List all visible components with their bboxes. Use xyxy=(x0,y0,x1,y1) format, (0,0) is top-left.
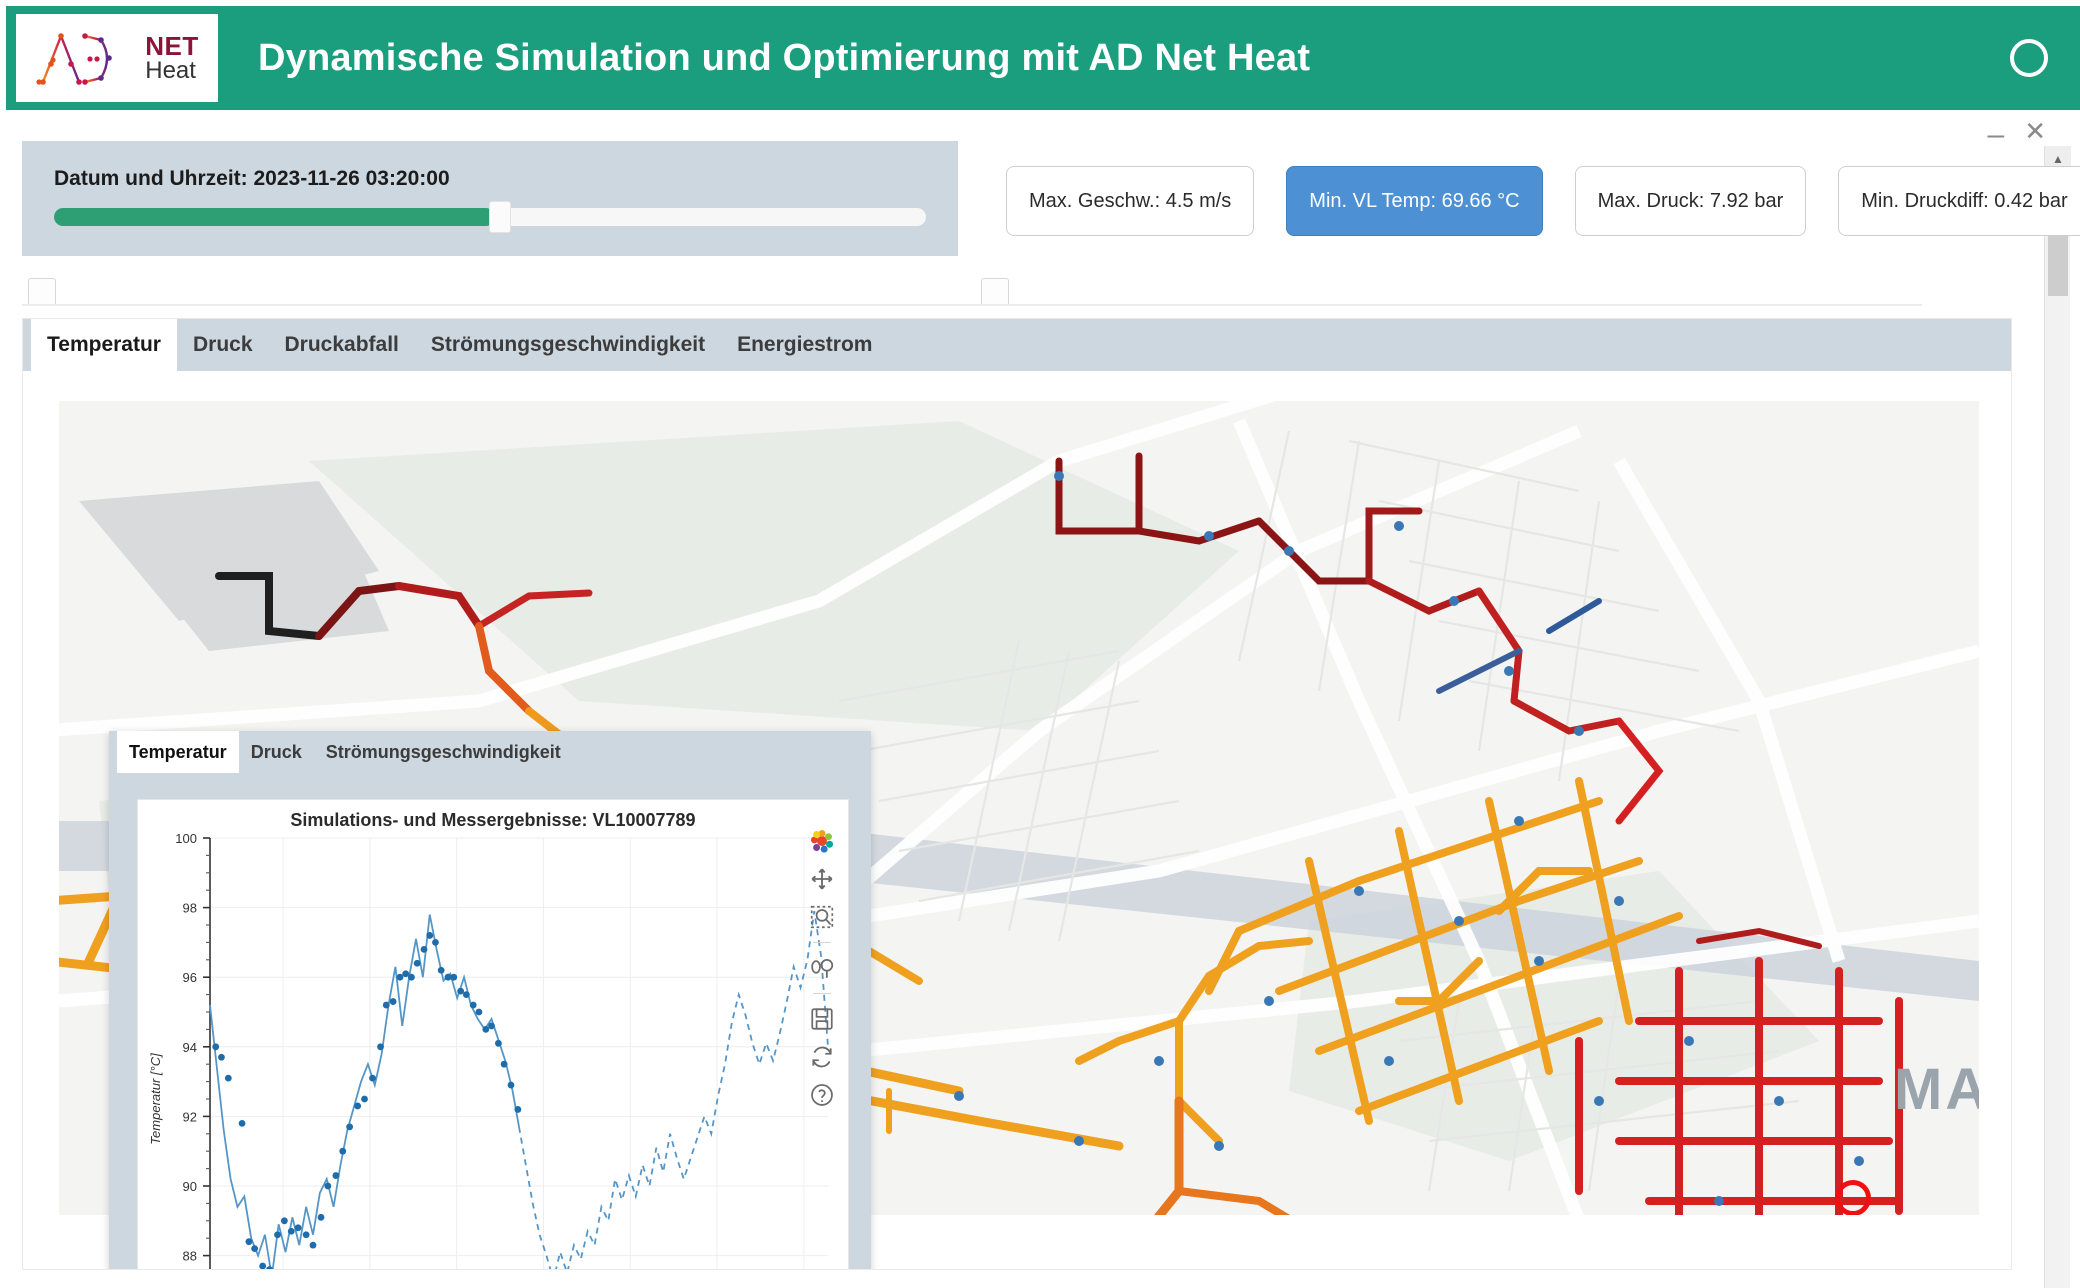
kpi-min-vl-temp[interactable]: Min. VL Temp: 69.66 °C xyxy=(1286,166,1543,236)
svg-text:100: 100 xyxy=(175,831,197,846)
main-tab-bar: Temperatur Druck Druckabfall Strömungsge… xyxy=(23,319,2011,371)
application-window: NET Heat Dynamische Simulation und Optim… xyxy=(0,0,2080,1288)
tab-druck[interactable]: Druck xyxy=(177,319,269,371)
checkbox-right[interactable] xyxy=(981,278,1009,306)
save-tool-icon[interactable] xyxy=(809,1006,835,1032)
ad-network-logo-icon xyxy=(36,32,113,85)
ad-net-heat-logo: NET Heat xyxy=(16,14,218,102)
app-header: NET Heat Dynamische Simulation und Optim… xyxy=(6,6,2080,110)
kpi-row: Max. Geschw.: 4.5 m/s Min. VL Temp: 69.6… xyxy=(1006,166,2080,236)
svg-text:96: 96 xyxy=(183,970,197,985)
toolbar-separator-2 xyxy=(813,993,831,994)
checkbox-left[interactable] xyxy=(28,278,56,306)
main-panel: Temperatur Druck Druckabfall Strömungsge… xyxy=(22,318,2012,1270)
vertical-scrollbar[interactable]: ▲ xyxy=(2044,146,2071,1288)
minimize-button[interactable]: – xyxy=(1988,120,2005,150)
tab-druckabfall[interactable]: Druckabfall xyxy=(269,319,415,371)
timeline-slider[interactable] xyxy=(54,201,926,233)
box-zoom-tool-icon[interactable] xyxy=(809,904,835,930)
svg-text:90: 90 xyxy=(183,1179,197,1194)
popup-tab-druck[interactable]: Druck xyxy=(239,731,314,773)
circle-spinner-icon xyxy=(2010,39,2048,77)
chart-plot-area[interactable]: 868890929496981008h16h11/268h16h11/278hZ… xyxy=(138,800,850,1270)
logo-net-text: NET xyxy=(145,31,199,61)
popup-tab-stroemungsgeschwindigkeit[interactable]: Strömungsgeschwindigkeit xyxy=(314,731,573,773)
popup-tab-temperatur[interactable]: Temperatur xyxy=(117,731,239,773)
window-controls: – ✕ xyxy=(1988,116,2046,150)
kpi-min-druckdiff[interactable]: Min. Druckdiff: 0.42 bar xyxy=(1838,166,2080,236)
map-label-mannheim: MAN xyxy=(1894,1057,1979,1122)
timeline-slider-card: Datum und Uhrzeit: 2023-11-26 03:20:00 xyxy=(22,141,958,256)
page-title: Dynamische Simulation und Optimierung mi… xyxy=(258,36,1311,79)
datetime-label: Datum und Uhrzeit: 2023-11-26 03:20:00 xyxy=(54,167,450,190)
chart-popup: Temperatur Druck Strömungsgeschwindigkei… xyxy=(109,731,871,1270)
section-divider xyxy=(22,304,1922,306)
selected-node-ring[interactable] xyxy=(1835,1180,1871,1215)
svg-text:94: 94 xyxy=(183,1040,197,1055)
popup-tab-bar: Temperatur Druck Strömungsgeschwindigkei… xyxy=(109,731,871,773)
svg-text:Temperatur [°C]: Temperatur [°C] xyxy=(148,1053,163,1145)
tab-energiestrom[interactable]: Energiestrom xyxy=(721,319,888,371)
help-tool-icon[interactable] xyxy=(809,1082,835,1108)
toolbar-separator-1 xyxy=(813,942,831,943)
tab-stroemungsgeschwindigkeit[interactable]: Strömungsgeschwindigkeit xyxy=(415,319,721,371)
pan-tool-icon[interactable] xyxy=(809,866,835,892)
close-button[interactable]: ✕ xyxy=(2024,118,2046,144)
temperature-chart[interactable]: Simulations- und Messergebnisse: VL10007… xyxy=(137,799,850,1270)
svg-text:88: 88 xyxy=(183,1249,197,1264)
tab-temperatur[interactable]: Temperatur xyxy=(31,319,177,371)
kpi-max-druck[interactable]: Max. Druck: 7.92 bar xyxy=(1574,166,1807,236)
chart-toolbar xyxy=(802,828,842,1108)
timeline-slider-handle[interactable] xyxy=(489,201,511,233)
logo-heat-text: Heat xyxy=(145,57,196,84)
svg-text:92: 92 xyxy=(183,1109,197,1124)
bokeh-logo-icon[interactable] xyxy=(809,828,835,854)
svg-text:98: 98 xyxy=(183,901,197,916)
kpi-max-geschwindigkeit[interactable]: Max. Geschw.: 4.5 m/s xyxy=(1006,166,1255,236)
reset-tool-icon[interactable] xyxy=(809,1044,835,1070)
timeline-slider-fill xyxy=(54,208,495,226)
lasso-select-tool-icon[interactable] xyxy=(809,955,835,981)
